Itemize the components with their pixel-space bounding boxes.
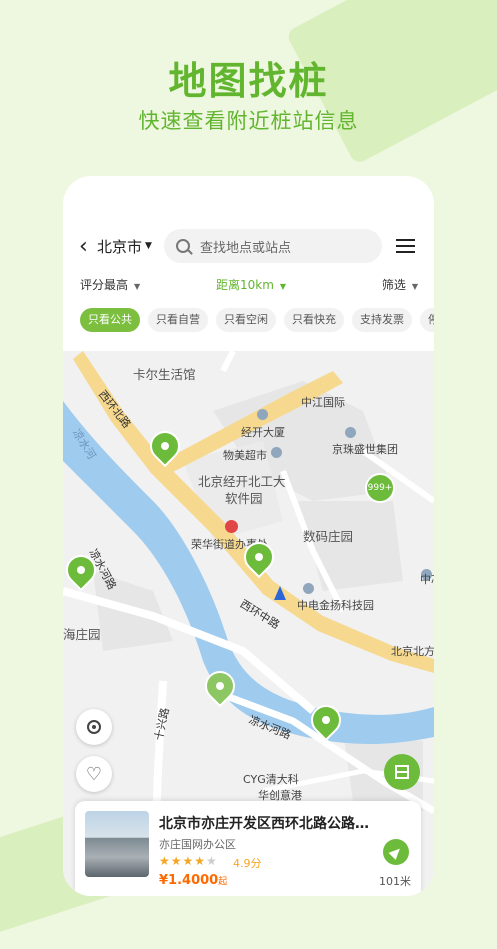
map-label-kaer: 卡尔生活馆 <box>133 367 196 382</box>
charging-cluster-badge[interactable]: 999+ <box>365 473 395 503</box>
heart-icon: ♡ <box>85 763 103 785</box>
map-label-zhongxin: 中芯国 <box>420 573 434 586</box>
scan-icon <box>395 765 409 779</box>
station-photo <box>85 811 149 877</box>
map-label-jingzhu: 京珠盛世集团 <box>332 443 398 456</box>
sort-distance[interactable]: 距离10km ▼ <box>216 276 286 293</box>
caret-down-icon[interactable]: ▼ <box>145 241 152 251</box>
locate-icon <box>87 720 101 734</box>
promo-subtitle: 快速查看附近桩站信息 <box>138 109 359 133</box>
station-distance: 101米 <box>379 875 411 888</box>
chip-parking[interactable]: 停 <box>420 308 434 332</box>
map-label-ruanjian: 软件园 <box>225 491 263 506</box>
station-title: 北京市亦庄开发区西环北路公路… <box>159 816 369 832</box>
map-label-beijing-bei: 北京北方 <box>391 645 434 658</box>
top-bar: ‹ 北京市 ▼ 查找地点或站点 <box>79 228 418 264</box>
search-box[interactable]: 查找地点或站点 <box>163 229 382 263</box>
filter-chips: 只看公共 只看自营 只看空闲 只看快充 支持发票 停 <box>80 308 434 332</box>
map-label-zhongjiang: 中江国际 <box>301 396 345 409</box>
city-selector[interactable]: 北京市 <box>97 236 142 257</box>
shop-icon <box>271 447 282 458</box>
navigate-arrow-icon <box>388 844 404 860</box>
current-location-arrow-icon <box>274 586 286 600</box>
favorite-button[interactable]: ♡ <box>76 756 112 792</box>
chip-available[interactable]: 只看空闲 <box>216 308 276 332</box>
map-label-cyg: CYG清大科 <box>243 773 299 786</box>
back-chevron-icon[interactable]: ‹ <box>79 234 95 259</box>
caret-down-icon: ▼ <box>411 282 418 291</box>
map-label-haizhuang: 海庄园 <box>63 627 101 642</box>
map-label-jingkai: 经开大厦 <box>241 426 285 439</box>
list-view-icon[interactable] <box>395 238 415 254</box>
station-card[interactable]: 北京市亦庄开发区西环北路公路… 亦庄国网办公区 ★★★★★ 4.9分 ¥1.40… <box>75 801 421 896</box>
building-icon <box>303 583 314 594</box>
price-value: ¥1.4000 <box>159 873 219 888</box>
sort-rating[interactable]: 评分最高 ▼ <box>80 276 140 293</box>
sort-bar: 评分最高 ▼ 距离10km ▼ 筛选 ▼ <box>80 276 418 296</box>
map-label-zhongdian: 中电金扬科技园 <box>297 599 374 612</box>
star-rating: ★★★★★ <box>159 854 218 868</box>
locate-button[interactable] <box>76 709 112 745</box>
caret-down-icon: ▼ <box>279 282 287 291</box>
sort-distance-label: 距离10km <box>216 278 274 292</box>
building-icon <box>257 409 268 420</box>
station-subtitle: 亦庄国网办公区 <box>159 838 236 851</box>
price: ¥1.4000起 <box>159 873 227 888</box>
search-icon <box>175 239 190 253</box>
scan-button[interactable] <box>384 754 420 790</box>
filter-button[interactable]: 筛选 ▼ <box>382 276 418 293</box>
map-label-wumei: 物美超市 <box>223 449 267 462</box>
chip-invoice[interactable]: 支持发票 <box>352 308 412 332</box>
phone-screen: ‹ 北京市 ▼ 查找地点或站点 评分最高 ▼ 距离10km ▼ 筛选 ▼ 只看公共 只… <box>63 176 434 896</box>
sort-rating-label: 评分最高 <box>80 278 129 292</box>
price-unit: 起 <box>218 877 228 887</box>
caret-down-icon: ▼ <box>134 282 141 291</box>
building-icon <box>345 427 356 438</box>
government-icon <box>225 520 238 533</box>
map-label-shuma: 数码庄园 <box>303 529 354 544</box>
rating-score: 4.9分 <box>233 857 262 870</box>
navigate-button[interactable] <box>383 839 409 865</box>
chip-public-only[interactable]: 只看公共 <box>80 308 140 332</box>
promo-title: 地图找桩 <box>168 59 329 103</box>
chip-self-operated[interactable]: 只看自营 <box>148 308 208 332</box>
search-placeholder: 查找地点或站点 <box>199 240 291 256</box>
filter-label: 筛选 <box>381 278 406 292</box>
chip-fast-charge[interactable]: 只看快充 <box>284 308 344 332</box>
